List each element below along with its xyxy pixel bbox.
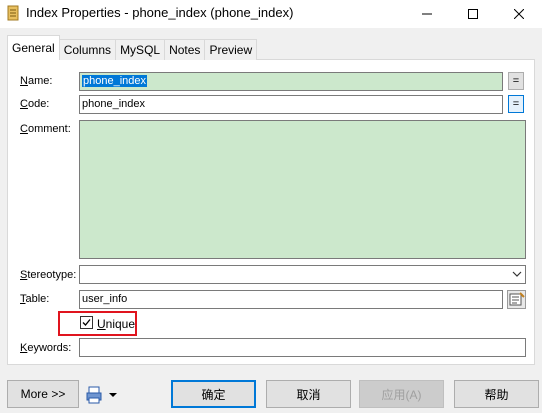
comment-label-rest: omment:: [27, 123, 71, 135]
unique-label-rest: nique: [105, 317, 136, 331]
close-icon: [514, 9, 524, 19]
index-icon: [7, 5, 19, 21]
name-label-mnemonic: N: [20, 75, 28, 87]
maximize-icon: [468, 9, 478, 19]
chevron-down-icon[interactable]: [511, 268, 523, 281]
name-label: Name:: [20, 75, 52, 87]
tab-columns[interactable]: Columns: [58, 39, 117, 60]
more-button[interactable]: More >>: [7, 380, 79, 408]
cancel-button[interactable]: 取消: [266, 380, 351, 408]
unique-label-mnemonic: U: [97, 317, 106, 331]
help-button[interactable]: 帮助: [454, 380, 539, 408]
window-title: Index Properties - phone_index (phone_in…: [26, 5, 294, 20]
code-input[interactable]: phone_index: [79, 95, 503, 114]
tab-preview[interactable]: Preview: [204, 39, 258, 60]
unique-checkbox[interactable]: [80, 316, 93, 329]
minimize-icon: [422, 13, 432, 15]
minimize-button[interactable]: [404, 0, 450, 28]
code-input-value: phone_index: [82, 98, 146, 110]
name-input-value: phone_index: [82, 75, 148, 87]
comment-textarea[interactable]: [79, 120, 526, 259]
keywords-label: Keywords:: [20, 342, 71, 354]
name-equals-button[interactable]: =: [508, 72, 524, 90]
table-label: Table:: [20, 293, 49, 305]
code-label-mnemonic: C: [20, 98, 28, 110]
code-equals-button[interactable]: =: [508, 95, 524, 113]
stereotype-label: Stereotype:: [20, 269, 76, 281]
stereotype-select[interactable]: [79, 265, 526, 284]
apply-button[interactable]: 应用(A): [359, 380, 444, 408]
tab-notes[interactable]: Notes: [164, 39, 206, 60]
close-button[interactable]: [496, 0, 542, 28]
check-icon: [82, 319, 91, 326]
tab-strip: General Columns MySQL Notes Preview: [7, 35, 258, 60]
maximize-button[interactable]: [450, 0, 496, 28]
table-value: user_info: [82, 293, 128, 305]
code-label: Code:: [20, 98, 49, 110]
stereotype-label-rest: tereotype:: [27, 269, 77, 281]
tab-general[interactable]: General: [7, 35, 60, 60]
ok-button[interactable]: 确定: [171, 380, 256, 408]
code-label-rest: ode:: [27, 98, 50, 110]
comment-label-mnemonic: C: [20, 123, 28, 135]
properties-window: Index Properties - phone_index (phone_in…: [0, 0, 542, 413]
name-label-rest: ame:: [27, 75, 53, 87]
table-label-rest: able:: [25, 293, 50, 305]
comment-label: Comment:: [20, 123, 71, 135]
tab-mysql[interactable]: MySQL: [115, 39, 166, 60]
keywords-input[interactable]: [79, 338, 526, 357]
unique-label[interactable]: Unique: [97, 317, 135, 331]
printer-dropdown-icon[interactable]: [86, 385, 118, 405]
title-bar[interactable]: Index Properties - phone_index (phone_in…: [0, 0, 542, 28]
table-field: user_info: [79, 290, 503, 309]
table-properties-icon[interactable]: [507, 290, 526, 309]
keywords-label-rest: eywords:: [27, 342, 72, 354]
name-input[interactable]: phone_index: [79, 72, 503, 91]
